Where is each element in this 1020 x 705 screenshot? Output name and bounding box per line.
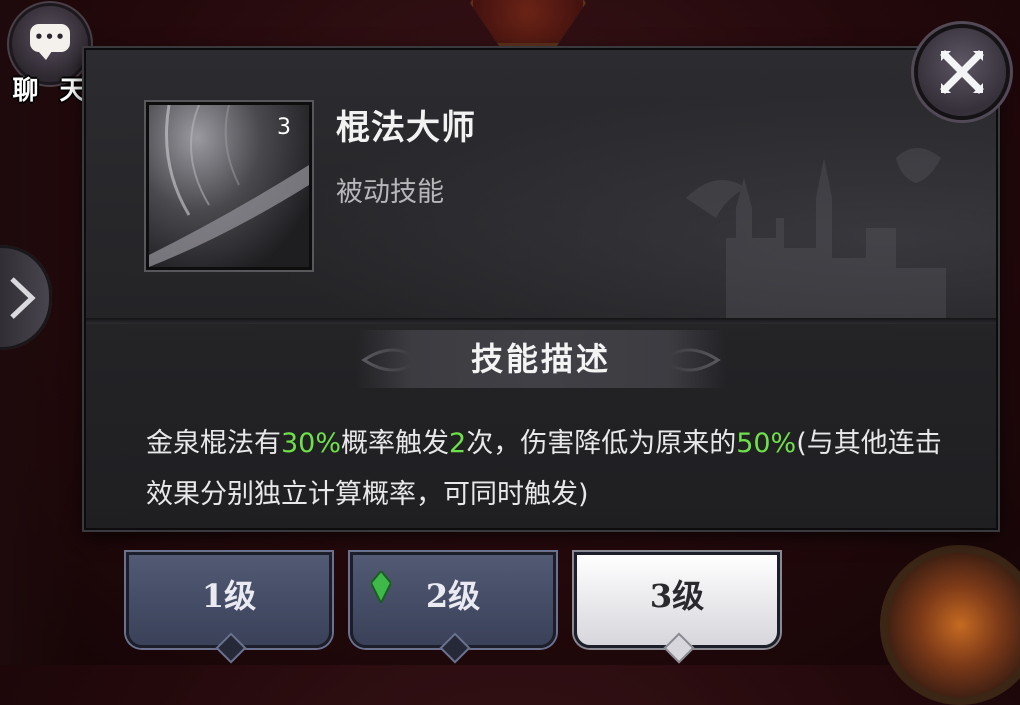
tab-level-2[interactable]: 2级 (350, 552, 556, 664)
skill-detail-panel: 3 棍法大师 被动技能 技能描述 金泉棍法有30%概率触发2次，伤害降低为原来的… (84, 48, 998, 530)
speech-bubble-icon: ••• (30, 24, 70, 60)
background-emblem (470, 0, 586, 46)
desc-text: 次，伤害降低为原来的 (466, 428, 737, 459)
desc-highlight: 30% (281, 428, 342, 459)
skill-icon: 3 (146, 102, 312, 270)
desc-highlight: 2 (449, 428, 467, 459)
tab-label: 1级 (201, 577, 257, 615)
background-medallion (880, 545, 1020, 705)
tab-notch (663, 632, 695, 664)
tab-level-1[interactable]: 1级 (126, 552, 332, 664)
skill-header-area: 3 棍法大师 被动技能 (86, 50, 996, 318)
skill-level-badge: 3 (277, 115, 291, 140)
tab-notch (215, 632, 247, 664)
panel-divider (86, 318, 996, 324)
close-x-icon (940, 50, 984, 94)
chat-button[interactable]: ••• 聊 天 (6, 6, 92, 106)
skill-name: 棍法大师 (336, 108, 476, 148)
description-header-label: 技能描述 (470, 340, 611, 378)
green-gem-icon (371, 571, 391, 603)
desc-text: 概率触发 (341, 428, 450, 459)
desc-text: 金泉棍法有 (146, 428, 281, 459)
chevron-right-icon (10, 277, 36, 319)
description-header: 技能描述 (356, 330, 726, 388)
castle-silhouette (686, 148, 946, 318)
desc-highlight: 50% (736, 428, 797, 459)
close-button[interactable] (918, 28, 1006, 116)
tab-notch (439, 632, 471, 664)
chat-label: 聊 天 (12, 76, 92, 106)
skill-description: 金泉棍法有30%概率触发2次，伤害降低为原来的50%(与其他连击效果分别独立计算… (146, 418, 966, 520)
skill-type: 被动技能 (336, 177, 444, 208)
tab-level-3[interactable]: 3级 (574, 552, 780, 664)
tab-label: 3级 (649, 577, 705, 615)
